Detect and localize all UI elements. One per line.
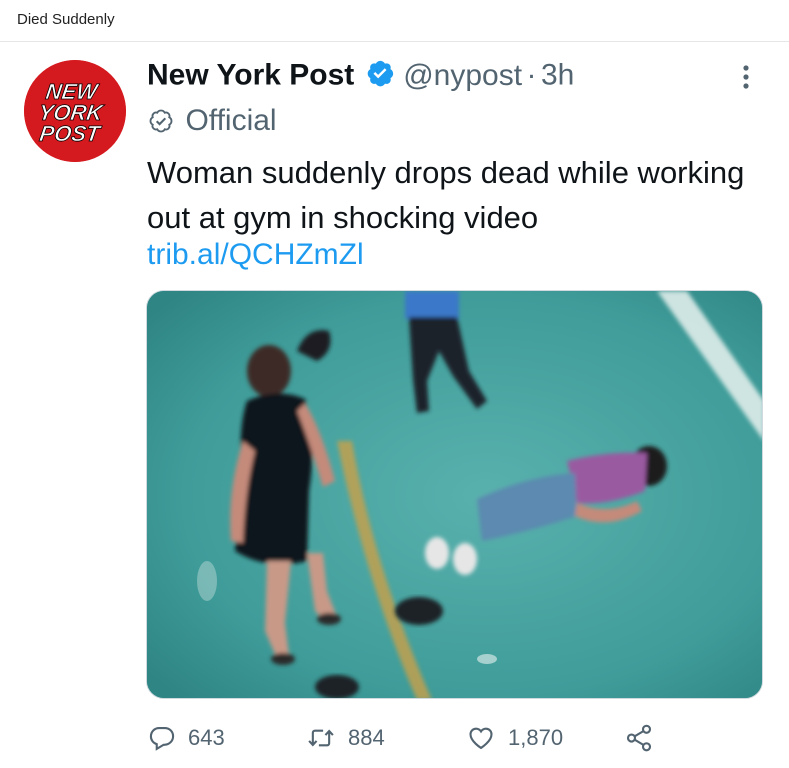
retweet-icon <box>308 729 334 747</box>
verified-badge-icon <box>365 58 395 93</box>
share-icon <box>626 724 652 752</box>
tweet-header: New York Post @nypost · 3h <box>147 58 574 100</box>
new-york-post-logo: NEW YORK POST <box>24 60 126 162</box>
tweet-actions: 643 884 1,870 <box>148 720 768 756</box>
reply-count: 643 <box>188 725 225 750</box>
author-name[interactable]: New York Post <box>147 59 354 92</box>
retweet-count: 884 <box>348 725 385 750</box>
share-button[interactable] <box>624 720 654 756</box>
like-button[interactable]: 1,870 <box>466 720 563 756</box>
page-header: Died Suddenly <box>0 0 789 42</box>
author-handle[interactable]: @nypost <box>403 59 522 92</box>
tweet-time[interactable]: 3h <box>541 59 574 92</box>
more-options-button[interactable] <box>734 62 758 92</box>
tweet-link[interactable]: trib.al/QCHZmZl <box>147 238 364 272</box>
retweet-button[interactable]: 884 <box>306 720 385 756</box>
gym-video-thumbnail <box>147 291 762 698</box>
avatar[interactable]: NEW YORK POST <box>24 60 126 162</box>
svg-text:POST: POST <box>38 121 104 146</box>
separator-dot: · <box>526 58 537 92</box>
official-label-row: Official <box>147 104 277 140</box>
reply-icon <box>149 727 175 751</box>
heart-icon <box>469 727 493 750</box>
official-label: Official <box>185 104 277 137</box>
more-options-icon <box>743 65 749 89</box>
like-count: 1,870 <box>508 725 564 750</box>
reply-button[interactable]: 643 <box>148 720 225 756</box>
official-badge-icon <box>149 109 173 133</box>
tweet-media[interactable] <box>146 290 763 699</box>
tweet-text: Woman suddenly drops dead while working … <box>147 155 745 235</box>
page-title: Died Suddenly <box>17 11 115 28</box>
